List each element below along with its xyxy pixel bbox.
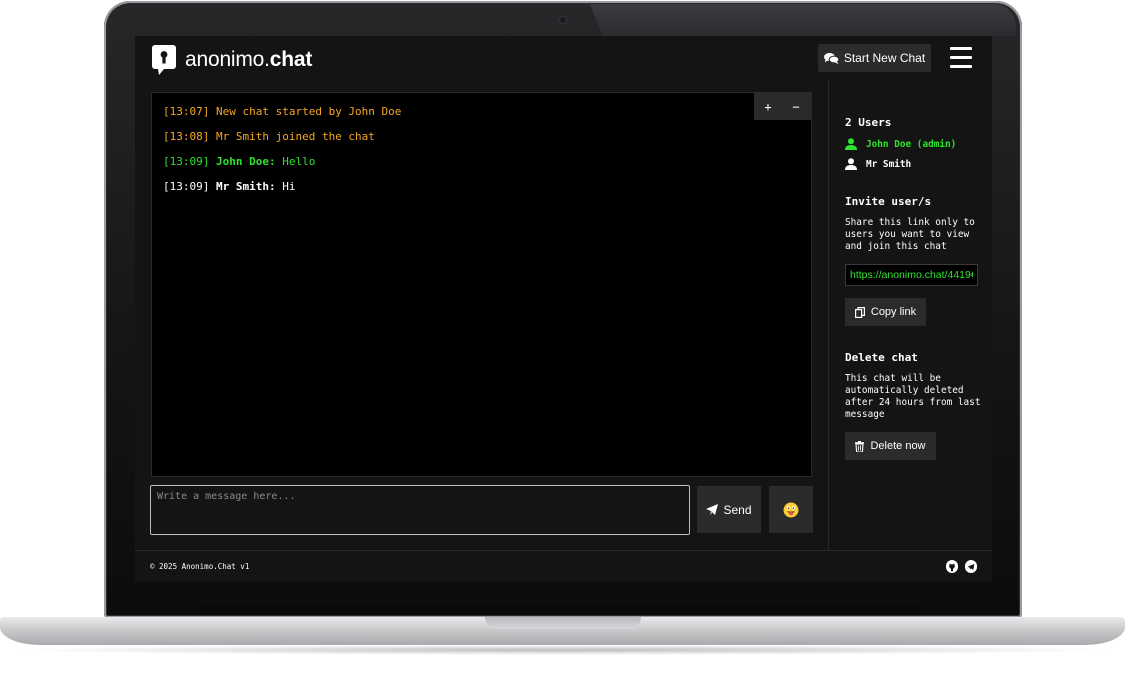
user-name: John Doe (admin) bbox=[866, 138, 957, 150]
tongue-emoji-icon bbox=[783, 502, 799, 517]
copy-icon bbox=[854, 306, 865, 318]
app-header: anonimo.chat Start New Chat bbox=[135, 36, 992, 80]
zoom-out-button[interactable]: − bbox=[782, 93, 810, 120]
start-new-chat-button[interactable]: Start New Chat bbox=[818, 44, 931, 72]
message-time: [13:07] bbox=[163, 105, 210, 118]
invite-description: Share this link only to users you want t… bbox=[845, 217, 975, 252]
chat-message: [13:09] John Doe: Hello bbox=[163, 155, 315, 168]
chat-message: [13:07] New chat started by John Doe bbox=[163, 105, 401, 118]
app-footer: © 2025 Anonimo.Chat v1 bbox=[135, 550, 992, 581]
logo-text-light: anonimo. bbox=[185, 48, 270, 71]
message-input[interactable] bbox=[150, 485, 690, 535]
app-screen: anonimo.chat Start New Chat + − [13:07] … bbox=[135, 36, 992, 581]
hamburger-menu-icon[interactable] bbox=[950, 45, 972, 71]
telegram-icon[interactable] bbox=[965, 560, 977, 573]
message-author: John Doe: bbox=[215, 155, 276, 168]
user-list-item: John Doe (admin) bbox=[845, 138, 956, 150]
delete-now-label: Delete now bbox=[870, 440, 926, 452]
copy-link-label: Copy link bbox=[870, 306, 917, 318]
webcam bbox=[558, 15, 568, 25]
message-time: [13:09] bbox=[163, 180, 210, 193]
delete-description: This chat will be automatically deleted … bbox=[845, 373, 981, 420]
chat-message: [13:08] Mr Smith joined the chat bbox=[163, 130, 375, 143]
chat-messages-panel[interactable]: + − [13:07] New chat started by John Doe… bbox=[151, 92, 812, 477]
message-text: Hi bbox=[282, 180, 296, 193]
keyhole-logo-icon bbox=[152, 45, 176, 75]
invite-link-field[interactable] bbox=[845, 264, 978, 286]
message-text: New chat started by John Doe bbox=[215, 105, 402, 118]
logo[interactable]: anonimo.chat bbox=[152, 45, 312, 75]
delete-now-button[interactable]: Delete now bbox=[845, 432, 936, 460]
delete-heading: Delete chat bbox=[845, 351, 918, 364]
user-icon bbox=[845, 138, 857, 150]
bezel-reflection bbox=[590, 4, 1016, 36]
send-label: Send bbox=[723, 502, 752, 517]
chat-message: [13:09] Mr Smith: Hi bbox=[163, 180, 295, 193]
logo-text: anonimo.chat bbox=[185, 48, 312, 72]
laptop-base-notch bbox=[485, 617, 641, 629]
message-text: Hello bbox=[282, 155, 316, 168]
message-author: Mr Smith: bbox=[215, 180, 276, 193]
start-new-chat-label: Start New Chat bbox=[843, 51, 926, 65]
message-text: Mr Smith joined the chat bbox=[215, 130, 375, 143]
laptop-hinge bbox=[200, 604, 920, 612]
zoom-in-button[interactable]: + bbox=[754, 93, 782, 120]
send-button[interactable]: Send bbox=[697, 486, 761, 533]
copyright-text: © 2025 Anonimo.Chat v1 bbox=[150, 562, 250, 571]
emoji-picker-button[interactable] bbox=[769, 486, 813, 533]
user-list-item: Mr Smith bbox=[845, 158, 911, 170]
invite-heading: Invite user/s bbox=[845, 195, 932, 208]
users-heading: 2 Users bbox=[845, 116, 892, 129]
user-icon bbox=[845, 158, 857, 170]
paper-plane-icon bbox=[706, 504, 719, 515]
chat-bubbles-icon bbox=[823, 52, 839, 64]
laptop-shadow bbox=[10, 645, 1115, 655]
chat-sidebar: 2 Users John Doe (admin) Mr Smith Invite… bbox=[828, 80, 992, 550]
github-icon[interactable] bbox=[946, 560, 958, 573]
trash-icon bbox=[855, 440, 865, 452]
message-time: [13:09] bbox=[163, 155, 210, 168]
user-name: Mr Smith bbox=[866, 158, 912, 170]
copy-link-button[interactable]: Copy link bbox=[845, 298, 926, 326]
message-time: [13:08] bbox=[163, 130, 210, 143]
logo-text-bold: chat bbox=[269, 48, 313, 71]
zoom-controls: + − bbox=[754, 93, 811, 120]
